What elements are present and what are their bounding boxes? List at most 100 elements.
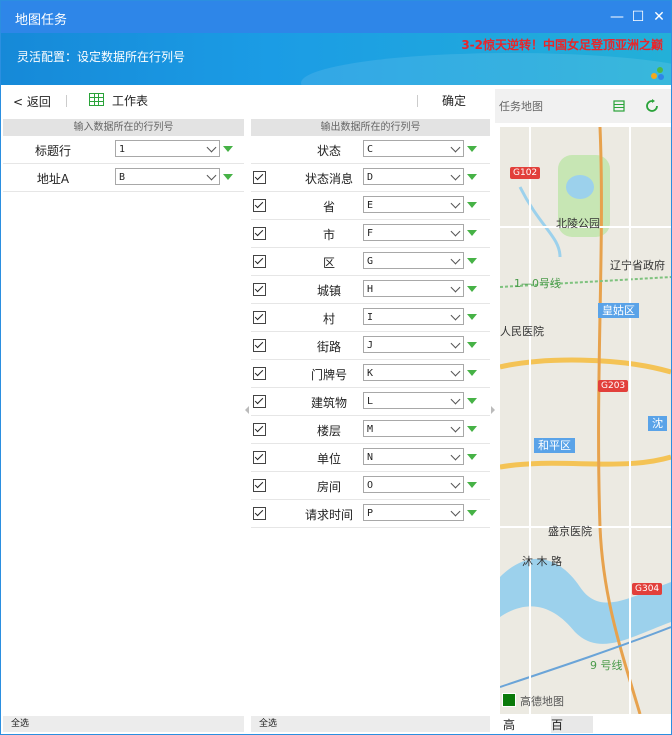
map-label: 1—0号线: [514, 277, 561, 290]
chevron-down-icon: [450, 198, 461, 209]
refresh-icon[interactable]: [645, 99, 659, 113]
output-row-checkbox[interactable]: [253, 367, 266, 380]
map-label: 9 号线: [590, 659, 623, 672]
provider-tab-baidu[interactable]: 百: [551, 716, 593, 733]
minimize-button[interactable]: —: [607, 7, 627, 27]
dropdown-arrow-icon[interactable]: [467, 230, 477, 236]
dropdown-arrow-icon[interactable]: [467, 258, 477, 264]
output-row: 单位 N: [251, 444, 490, 472]
chevron-down-icon: [450, 478, 461, 489]
select-all-input[interactable]: 全选: [3, 716, 244, 732]
dropdown-arrow-icon[interactable]: [223, 146, 233, 152]
map-label: 皇姑区: [598, 303, 639, 318]
chevron-down-icon: [450, 506, 461, 517]
dropdown-arrow-icon[interactable]: [467, 454, 477, 460]
dropdown-arrow-icon[interactable]: [467, 146, 477, 152]
output-row-select[interactable]: L: [363, 392, 464, 409]
output-row-checkbox[interactable]: [253, 339, 266, 352]
output-row-select[interactable]: C: [363, 140, 464, 157]
task-map[interactable]: G102 北陵公园 辽宁省政府 1—0号线 皇姑区 人民医院 G203 沈 和平…: [500, 127, 671, 714]
map-label: G102: [510, 167, 541, 179]
app-window: 地图任务 — ☐ ✕ 灵活配置：设定数据所在行列号 3-2惊天逆转！中国女足登顶…: [0, 0, 672, 735]
output-row-select[interactable]: K: [363, 364, 464, 381]
map-panel-header: 任务地图: [495, 89, 671, 123]
output-row-select[interactable]: I: [363, 308, 464, 325]
dropdown-arrow-icon[interactable]: [467, 314, 477, 320]
output-row-select[interactable]: H: [363, 280, 464, 297]
chevron-down-icon: [450, 226, 461, 237]
output-row-checkbox[interactable]: [253, 227, 266, 240]
back-button[interactable]: < 返回: [13, 93, 51, 110]
input-row-select[interactable]: 1: [115, 140, 220, 157]
map-label: 人民医院: [500, 325, 544, 338]
maximize-button[interactable]: ☐: [628, 7, 648, 27]
output-row-checkbox[interactable]: [253, 311, 266, 324]
worksheet-button[interactable]: 工作表: [89, 92, 148, 109]
output-row: 建筑物 L: [251, 388, 490, 416]
select-all-output[interactable]: 全选: [251, 716, 490, 732]
output-row-select[interactable]: E: [363, 196, 464, 213]
dropdown-arrow-icon[interactable]: [467, 174, 477, 180]
output-row-select[interactable]: P: [363, 504, 464, 521]
dropdown-arrow-icon[interactable]: [467, 398, 477, 404]
output-row-select[interactable]: J: [363, 336, 464, 353]
map-label: G203: [598, 380, 629, 392]
output-row-select[interactable]: F: [363, 224, 464, 241]
output-row: 市F: [251, 220, 490, 248]
table-icon: [89, 93, 104, 106]
output-row-checkbox[interactable]: [253, 423, 266, 436]
input-row-label: 标题行: [34, 144, 71, 158]
dropdown-arrow-icon[interactable]: [467, 510, 477, 516]
chevron-down-icon: [450, 422, 461, 433]
output-panel-header: 输出数据所在的行列号: [251, 119, 490, 136]
splitter-left-icon[interactable]: [245, 406, 249, 414]
dropdown-arrow-icon[interactable]: [467, 482, 477, 488]
output-row-select[interactable]: D: [363, 168, 464, 185]
output-row-select[interactable]: N: [363, 448, 464, 465]
worksheet-label: 工作表: [112, 94, 149, 108]
chevron-down-icon: [206, 142, 217, 153]
input-row-select[interactable]: B: [115, 168, 220, 185]
dropdown-arrow-icon[interactable]: [223, 174, 233, 180]
dropdown-arrow-icon[interactable]: [467, 202, 477, 208]
close-button[interactable]: ✕: [649, 7, 669, 27]
output-row-checkbox[interactable]: [253, 283, 266, 296]
map-label: 沈: [648, 416, 667, 431]
output-row-checkbox[interactable]: [253, 451, 266, 464]
map-toggle-icon[interactable]: [502, 693, 516, 707]
title-bar: 地图任务 — ☐ ✕: [1, 1, 671, 33]
output-row-checkbox[interactable]: [253, 171, 266, 184]
brand-logo-icon: [651, 67, 665, 81]
output-row-checkbox[interactable]: [253, 199, 266, 212]
input-row-label: 地址A: [36, 172, 70, 186]
map-label: 北陵公园: [556, 217, 600, 230]
chevron-down-icon: [450, 282, 461, 293]
output-row-checkbox[interactable]: [253, 395, 266, 408]
splitter-right-icon[interactable]: [491, 406, 495, 414]
map-label: 沐 木 路: [522, 555, 562, 568]
output-row-select[interactable]: G: [363, 252, 464, 269]
dropdown-arrow-icon[interactable]: [467, 342, 477, 348]
output-row-select[interactable]: M: [363, 420, 464, 437]
chevron-down-icon: [450, 338, 461, 349]
map-label: G304: [632, 583, 663, 595]
chevron-down-icon: [450, 366, 461, 377]
output-row-select[interactable]: O: [363, 476, 464, 493]
news-link[interactable]: 3-2惊天逆转！中国女足登顶亚洲之巅: [461, 36, 663, 53]
header-banner: 灵活配置：设定数据所在行列号 3-2惊天逆转！中国女足登顶亚洲之巅: [1, 33, 671, 85]
output-row: 请求时间 P: [251, 500, 490, 528]
dropdown-arrow-icon[interactable]: [467, 370, 477, 376]
confirm-button[interactable]: 确定: [442, 92, 466, 109]
output-row-checkbox[interactable]: [253, 479, 266, 492]
provider-tab-gaode[interactable]: 高: [503, 716, 515, 733]
output-row-checkbox[interactable]: [253, 255, 266, 268]
input-row: 标题行 1: [3, 136, 244, 164]
dropdown-arrow-icon[interactable]: [467, 426, 477, 432]
output-row: 门牌号 K: [251, 360, 490, 388]
chevron-down-icon: [450, 394, 461, 405]
layers-icon[interactable]: [613, 100, 625, 112]
output-row: 省E: [251, 192, 490, 220]
output-row: 区G: [251, 248, 490, 276]
dropdown-arrow-icon[interactable]: [467, 286, 477, 292]
output-row-checkbox[interactable]: [253, 507, 266, 520]
